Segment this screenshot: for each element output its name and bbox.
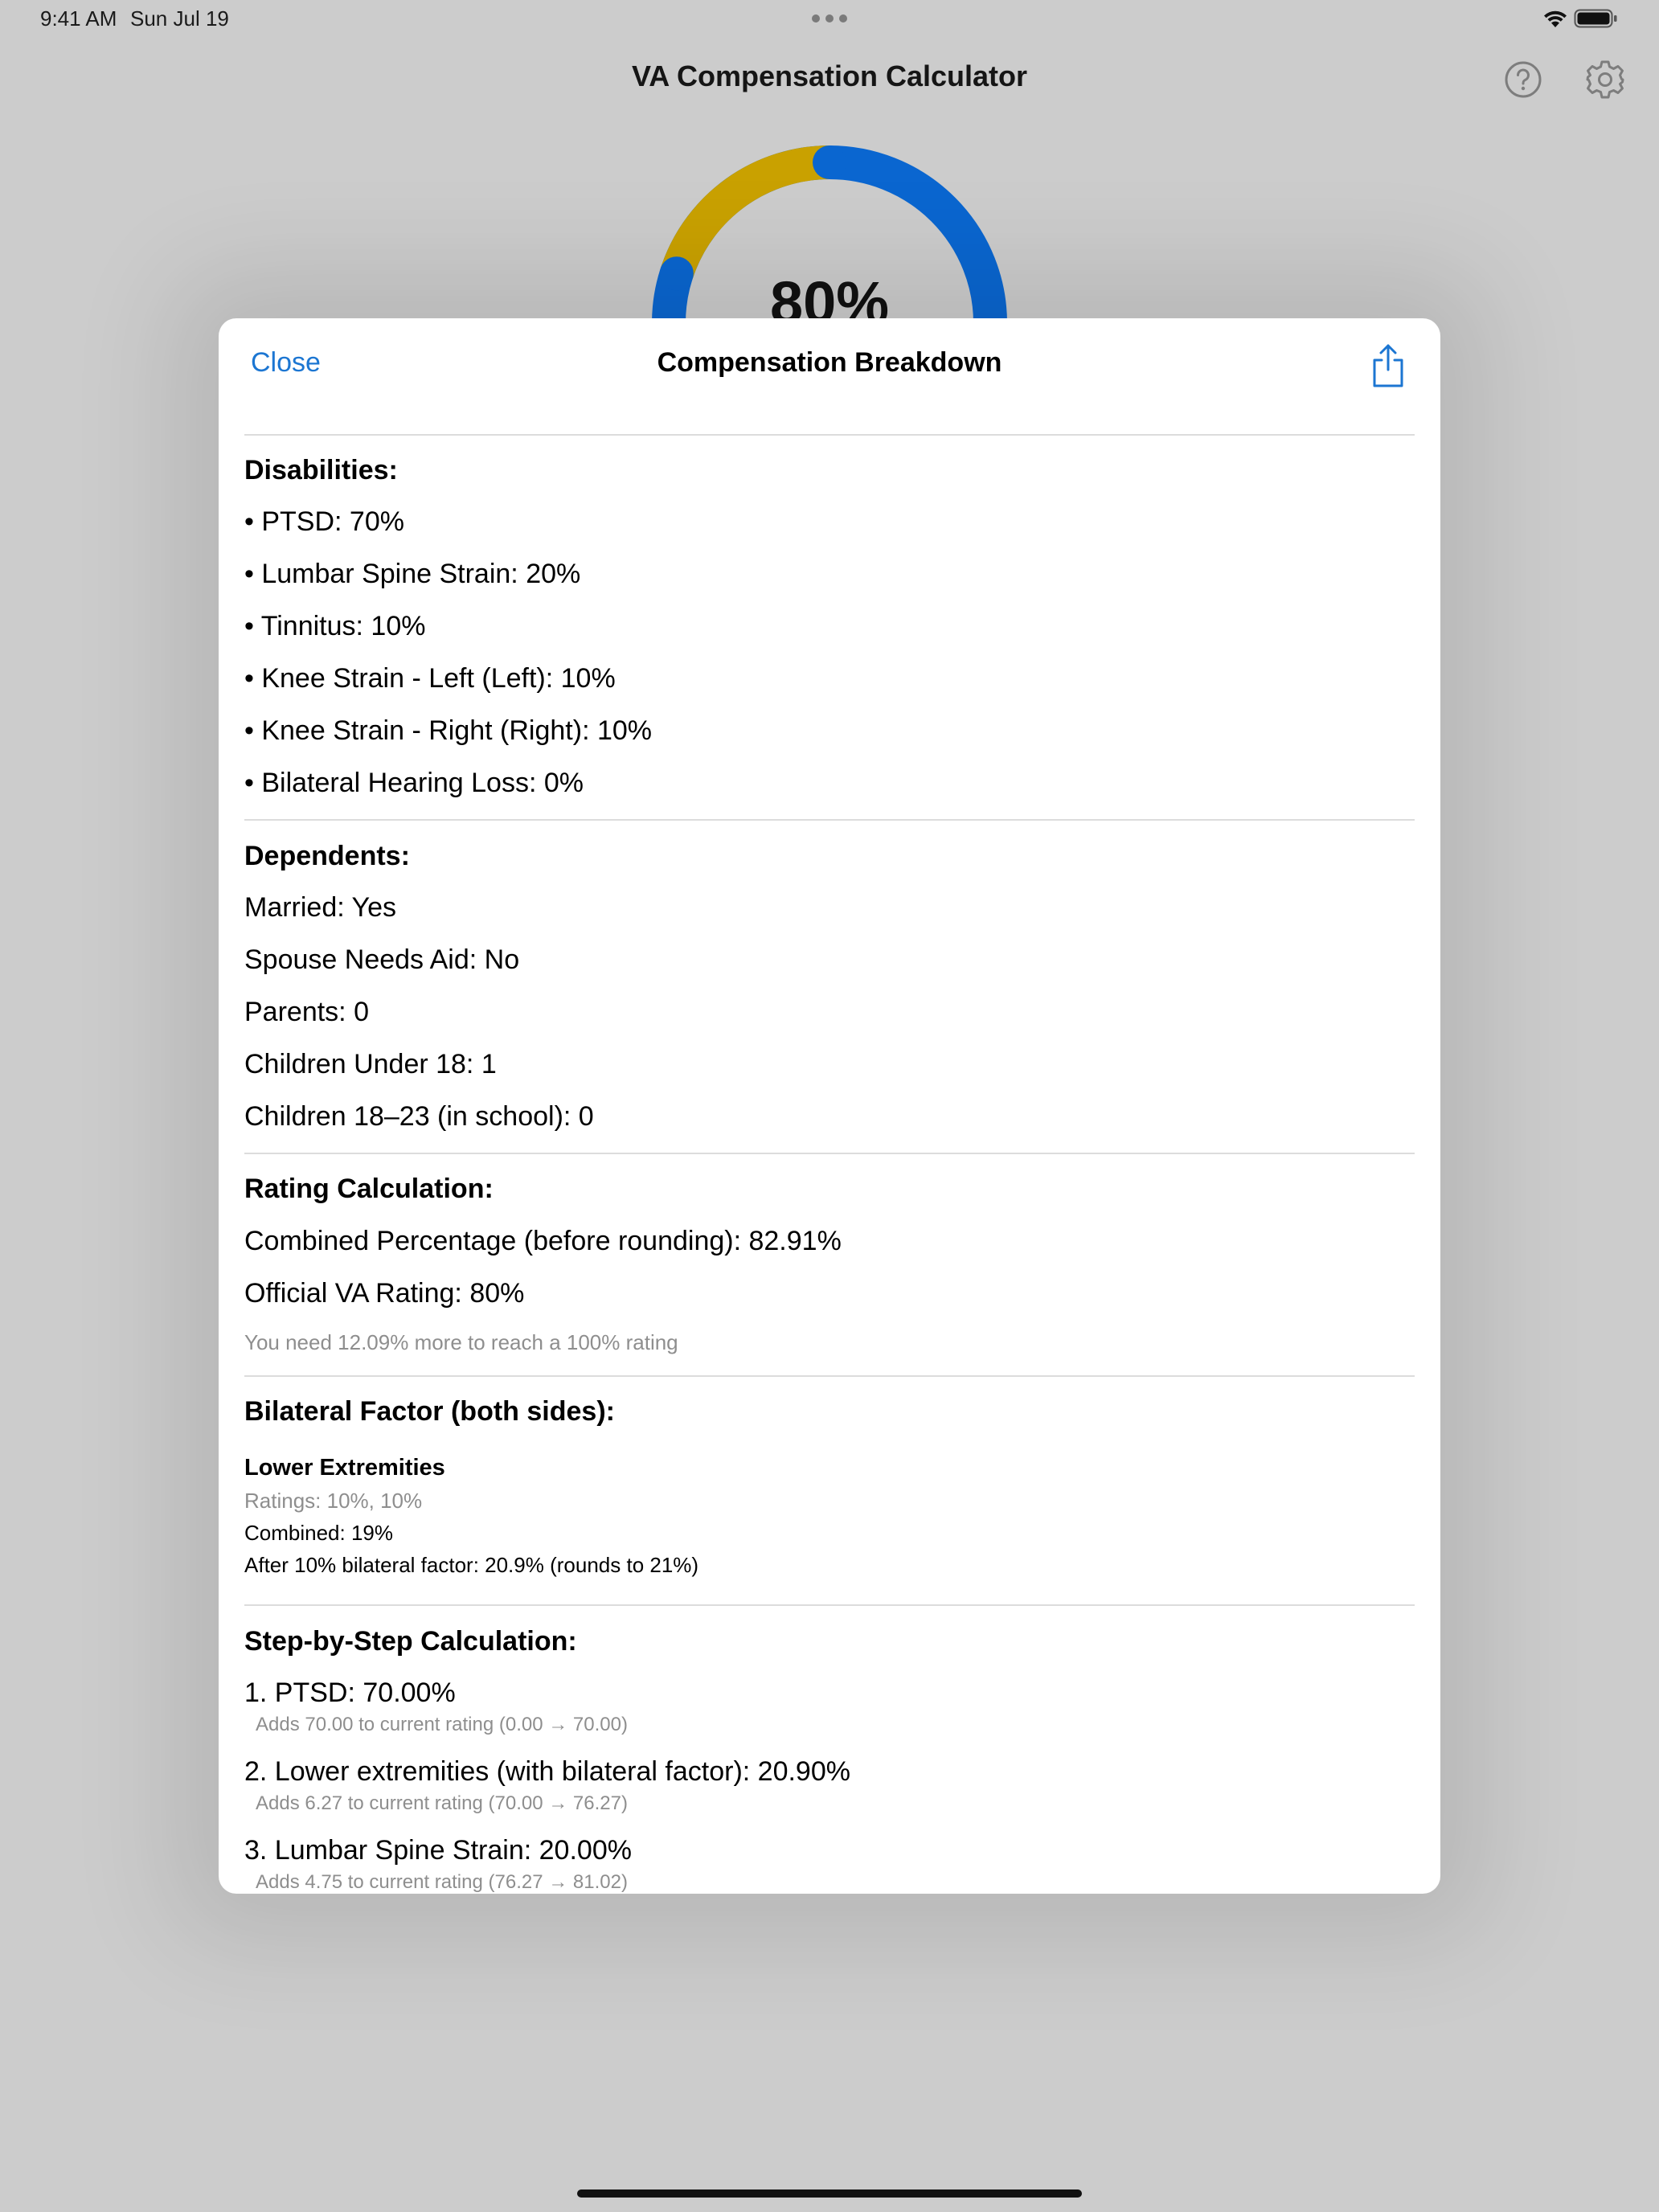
wifi-icon	[1544, 10, 1567, 27]
steps-heading: Step-by-Step Calculation:	[244, 1626, 577, 1657]
app-title: VA Compensation Calculator	[631, 59, 1028, 92]
disabilities-heading: Disabilities:	[244, 455, 398, 485]
gauge-value: 80%	[769, 269, 890, 325]
rating-heading: Rating Calculation:	[244, 1174, 494, 1204]
official-rating: Official VA Rating: 80%	[244, 1278, 525, 1309]
bilateral-group-title: Lower Extremities	[244, 1455, 445, 1481]
dependents-heading: Dependents:	[244, 841, 410, 871]
dependent-item: Children Under 18: 1	[244, 1049, 497, 1079]
multitasking-dots-icon[interactable]	[812, 14, 847, 24]
bilateral-heading: Bilateral Factor (both sides):	[244, 1396, 615, 1427]
disability-item: • Lumbar Spine Strain: 20%	[244, 559, 581, 589]
share-button[interactable]	[1368, 342, 1408, 389]
divider	[244, 434, 1415, 436]
divider	[244, 1604, 1415, 1606]
disability-item: • Bilateral Hearing Loss: 0%	[244, 768, 584, 798]
divider	[244, 1153, 1415, 1154]
sheet-title: Compensation Breakdown	[657, 347, 1002, 378]
step-detail: Adds 70.00 to current rating (0.00 → 70.…	[256, 1714, 628, 1735]
combined-percentage: Combined Percentage (before rounding): 8…	[244, 1226, 842, 1256]
disability-item: • Knee Strain - Right (Right): 10%	[244, 715, 653, 746]
rating-gauge: 80%	[635, 129, 1024, 325]
divider	[244, 1375, 1415, 1377]
bilateral-after-factor: After 10% bilateral factor: 20.9% (round…	[244, 1553, 699, 1577]
status-bar: 9:41 AM Sun Jul 19	[0, 0, 1659, 39]
disability-item: • Tinnitus: 10%	[244, 611, 426, 641]
step-detail: Adds 6.27 to current rating (70.00 → 76.…	[256, 1792, 628, 1814]
dependent-item: Parents: 0	[244, 997, 369, 1027]
disability-item: • PTSD: 70%	[244, 506, 404, 537]
gear-icon[interactable]	[1583, 58, 1627, 101]
dependent-item: Married: Yes	[244, 892, 396, 923]
bilateral-combined: Combined: 19%	[244, 1521, 393, 1545]
dependent-item: Children 18–23 (in school): 0	[244, 1101, 594, 1132]
compensation-breakdown-sheet: Close Compensation Breakdown Disabilitie…	[219, 318, 1440, 1894]
bilateral-ratings: Ratings: 10%, 10%	[244, 1489, 423, 1513]
step-item: 2. Lower extremities (with bilateral fac…	[244, 1756, 850, 1787]
status-date: Sun Jul 19	[130, 6, 229, 31]
battery-icon	[1574, 9, 1617, 28]
step-item: 1. PTSD: 70.00%	[244, 1677, 456, 1708]
disability-item: • Knee Strain - Left (Left): 10%	[244, 663, 616, 694]
step-detail: Adds 4.75 to current rating (76.27 → 81.…	[256, 1871, 628, 1893]
sheet-header: Close Compensation Breakdown	[219, 318, 1440, 434]
dependent-item: Spouse Needs Aid: No	[244, 944, 520, 975]
step-item: 3. Lumbar Spine Strain: 20.00%	[244, 1835, 632, 1866]
share-icon	[1373, 344, 1403, 387]
status-time: 9:41 AM	[40, 6, 117, 31]
rating-note: You need 12.09% more to reach a 100% rat…	[244, 1330, 678, 1354]
question-circle-icon[interactable]	[1503, 59, 1543, 100]
home-indicator[interactable]	[577, 2189, 1082, 2198]
divider	[244, 819, 1415, 821]
